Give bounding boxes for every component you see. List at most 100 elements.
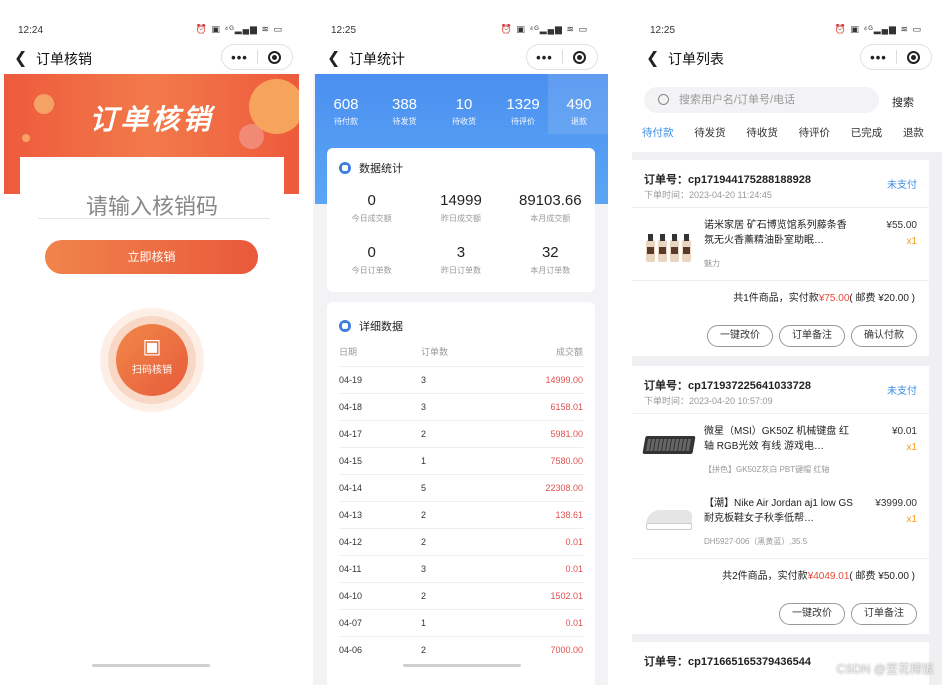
- stat-label: 今日订单数: [351, 266, 392, 275]
- banner-title: 订单核销: [89, 104, 214, 135]
- search-input[interactable]: 搜索用户名/订单号/电话: [644, 87, 879, 113]
- stat-pending-receive[interactable]: 10 待收货: [432, 96, 496, 127]
- stat-value: 608: [333, 96, 359, 113]
- product-price: ¥55.00: [886, 220, 917, 231]
- order-time: 下单时间：2023-04-20 10:57:09: [644, 396, 773, 406]
- back-icon[interactable]: ❮: [327, 48, 340, 68]
- table-row: 04-06 2 7000.00: [339, 635, 583, 663]
- row-amount: 14999.00: [488, 365, 583, 393]
- order-note-button[interactable]: 订单备注: [851, 603, 917, 625]
- order-status: 未支付: [887, 386, 917, 397]
- order-tabs: 待付款 待发货 待收货 待评价 已完成 退款: [642, 125, 924, 140]
- order-summary: 共2件商品，实付款¥4049.01( 邮费 ¥50.00 ): [632, 558, 929, 594]
- tab-pending-payment[interactable]: 待付款: [642, 125, 674, 140]
- stat-value: 0: [367, 244, 376, 261]
- row-order-count: 2: [421, 581, 489, 609]
- stat-pending-payment[interactable]: 608 待付款: [315, 96, 377, 127]
- input-underline: [38, 218, 270, 219]
- tab-completed[interactable]: 已完成: [851, 125, 883, 140]
- tab-pending-review[interactable]: 待评价: [799, 125, 831, 140]
- product-spec: 魅力: [704, 259, 720, 268]
- order-note-button[interactable]: 订单备注: [779, 325, 845, 347]
- product-name: 诺米家居 矿石博览馆系列藤条香氛无火香薰精油卧室助眠…: [704, 220, 847, 246]
- order-actions: 一键改价 订单备注 确认付款: [632, 316, 929, 356]
- row-amount: 7000.00: [488, 635, 583, 663]
- col-orders: 订单数: [421, 347, 449, 358]
- mini-program-capsule: •••: [221, 44, 293, 70]
- stat-label: 今日成交额: [351, 214, 392, 223]
- stat-pending-review[interactable]: 1329 待评价: [496, 96, 550, 127]
- product-qty: x1: [906, 442, 917, 453]
- card-title: 详细数据: [359, 320, 403, 333]
- row-order-count: 2: [421, 419, 489, 447]
- stat-cell: 32 本月订单数: [506, 244, 595, 276]
- verify-code-input[interactable]: 请输入核销码: [20, 189, 284, 221]
- row-amount: 0.01: [488, 608, 583, 636]
- chart-icon: [339, 162, 351, 174]
- row-amount: 5981.00: [488, 419, 583, 447]
- stat-label: 待发货: [392, 117, 417, 126]
- order-status-stats: 608 待付款 388 待发货 10 待收货 1329 待评价 490 退款: [315, 96, 608, 127]
- tab-pending-receive[interactable]: 待收货: [746, 125, 778, 140]
- stat-value: 10: [455, 96, 473, 113]
- more-icon[interactable]: •••: [222, 50, 257, 65]
- table-row: 04-13 2 138.61: [339, 500, 583, 528]
- back-icon[interactable]: ❮: [14, 48, 27, 68]
- change-price-button[interactable]: 一键改价: [779, 603, 845, 625]
- order-card[interactable]: 订单号：cp171944175288188928 下单时间：2023-04-20…: [632, 160, 929, 356]
- search-icon: [658, 93, 669, 105]
- row-date: 04-14: [339, 473, 421, 501]
- row-order-count: 5: [421, 473, 489, 501]
- row-date: 04-06: [339, 635, 421, 663]
- order-item[interactable]: 微星（MSI）GK50Z 机械键盘 红轴 RGB光效 有线 游戏电… 【拼色】G…: [632, 414, 929, 486]
- product-qty: x1: [906, 514, 917, 525]
- order-status: 未支付: [887, 180, 917, 191]
- summary-prefix: 共2件商品，实付款: [722, 571, 808, 582]
- close-circle-icon[interactable]: [563, 50, 597, 64]
- search-placeholder: 搜索用户名/订单号/电话: [679, 94, 796, 106]
- stat-value: 490: [566, 96, 592, 113]
- order-card[interactable]: 订单号：cp171937225641033728 下单时间：2023-04-20…: [632, 366, 929, 634]
- product-image: [644, 500, 696, 540]
- product-name: 微星（MSI）GK50Z 机械键盘 红轴 RGB光效 有线 游戏电…: [704, 426, 850, 452]
- scan-verify-button[interactable]: ▣ 扫码核销: [100, 308, 204, 412]
- change-price-button[interactable]: 一键改价: [707, 325, 773, 347]
- more-icon[interactable]: •••: [527, 50, 562, 65]
- tab-refund[interactable]: 退款: [903, 125, 924, 140]
- table-row: 04-10 2 1502.01: [339, 581, 583, 609]
- stat-label: 待评价: [511, 117, 535, 126]
- table-row: 04-12 2 0.01: [339, 527, 583, 555]
- row-order-count: 3: [421, 392, 489, 420]
- stat-cell: 89103.66 本月成交额: [506, 192, 595, 244]
- row-order-count: 2: [421, 500, 489, 528]
- back-icon[interactable]: ❮: [646, 48, 659, 68]
- verify-now-button[interactable]: 立即核销: [45, 240, 258, 274]
- status-time: 12:25: [331, 25, 357, 36]
- row-date: 04-12: [339, 527, 421, 555]
- close-circle-icon[interactable]: [258, 50, 292, 64]
- stat-pending-ship[interactable]: 388 待发货: [377, 96, 432, 127]
- close-circle-icon[interactable]: [897, 50, 931, 64]
- row-date: 04-15: [339, 446, 421, 474]
- qr-code-icon: ▣: [142, 336, 162, 358]
- stat-refund[interactable]: 490 退款: [550, 96, 608, 127]
- detail-table-body: 04-19 3 14999.00 04-18 3 6158.01 04-17 2 5981.00…: [339, 365, 583, 663]
- more-icon[interactable]: •••: [861, 50, 896, 65]
- row-order-count: 1: [421, 608, 489, 636]
- row-amount: 1502.01: [488, 581, 583, 609]
- confirm-payment-button[interactable]: 确认付款: [851, 325, 917, 347]
- search-button[interactable]: 搜索: [892, 94, 914, 110]
- order-item[interactable]: 诺米家居 矿石博览馆系列藤条香氛无火香薰精油卧室助眠… 魅力 ¥55.00 x1: [632, 208, 929, 280]
- scan-core[interactable]: ▣ 扫码核销: [116, 324, 188, 396]
- stat-value: 3: [456, 244, 466, 261]
- stat-value: 0: [367, 192, 376, 209]
- order-header: 订单号：cp171937225641033728 下单时间：2023-04-20…: [632, 366, 929, 414]
- table-row: 04-19 3 14999.00: [339, 365, 583, 393]
- tab-pending-ship[interactable]: 待发货: [694, 125, 726, 140]
- order-number: 订单号：cp171944175288188928: [644, 174, 811, 186]
- product-image: [642, 428, 696, 468]
- order-item[interactable]: 【潮】Nike Air Jordan aj1 low GS耐克板鞋女子秋季低帮……: [632, 486, 929, 558]
- stat-label: 待收货: [452, 117, 476, 126]
- stat-label: 本月成交额: [530, 214, 571, 223]
- stat-cell: 0 今日成交额: [327, 192, 416, 244]
